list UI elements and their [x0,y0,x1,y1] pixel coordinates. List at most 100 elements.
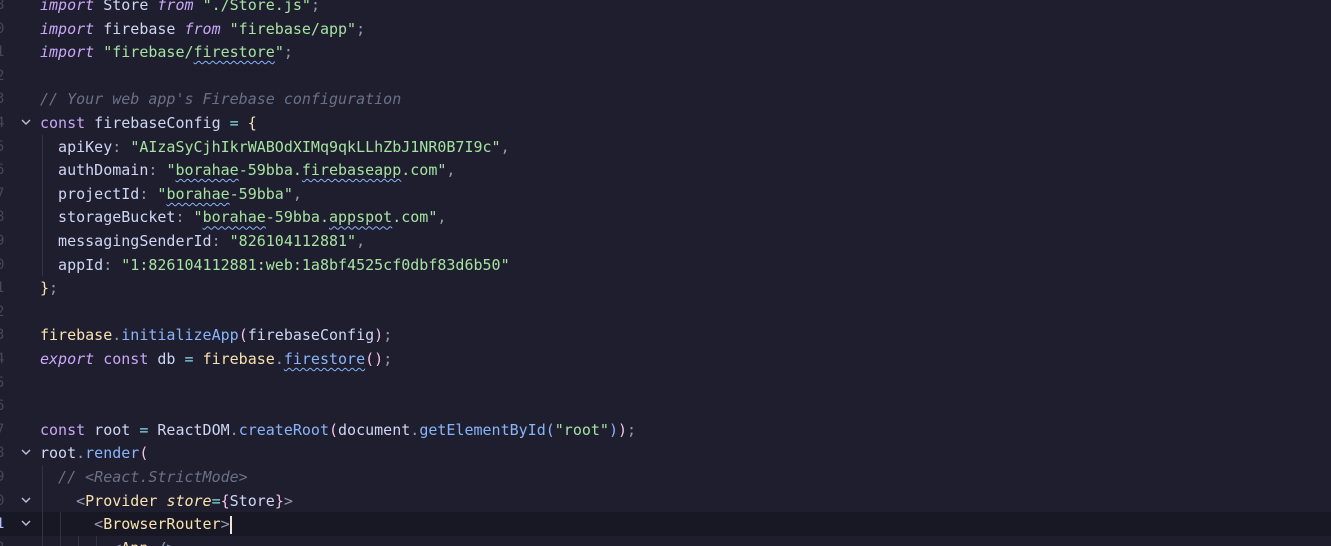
code-token: borahae [166,184,230,203]
code-token: ( [329,420,339,439]
code-text[interactable]: const root = ReactDOM.createRoot(documen… [40,418,636,442]
code-text[interactable]: }; [40,276,58,300]
code-token: appspot [329,208,393,227]
code-token: "firebase/app" [229,19,357,38]
code-text[interactable]: // Your web app's Firebase configuration [40,87,401,111]
code-text[interactable]: import firebase from "firebase/app"; [40,17,365,41]
code-line[interactable]: 4 export const db = firebase.firestore(); [0,347,1331,371]
code-token: import [40,0,95,14]
code-line[interactable]: 1 import "firebase/firestore"; [0,40,1331,64]
code-token: from [157,0,194,14]
code-token: appId [40,255,104,274]
code-line[interactable]: 0 appId: "1:826104112881:web:1a8bf4525cf… [0,253,1331,277]
code-text[interactable]: <BrowserRouter> [40,512,232,536]
code-token: : [103,255,122,274]
code-text[interactable]: root.render( [40,441,148,465]
code-text[interactable]: const firebaseConfig = { [40,111,257,135]
code-text[interactable]: messagingSenderId: "826104112881", [40,229,365,253]
code-token: = [184,350,194,368]
code-line[interactable]: 1}; [0,276,1331,300]
code-token: { [247,114,257,132]
code-line[interactable]: 0 import firebase from "firebase/app"; [0,17,1331,41]
code-text[interactable]: // <React.StrictMode> [40,465,248,489]
fold-chevron-icon[interactable] [18,111,34,135]
code-text[interactable]: apiKey: "AIzaSyCjhIkrWABOdXIMq9qkLLhZbJ1… [40,135,510,159]
code-token: = [211,491,221,510]
code-line[interactable]: 2 <App /> [0,536,1331,546]
code-token: root [40,444,77,463]
code-text[interactable]: appId: "1:826104112881:web:1a8bf4525cf0d… [40,253,510,277]
code-line[interactable]: 3 // Your web app's Firebase configuratio… [0,87,1331,111]
code-token: () [365,350,384,368]
code-text[interactable]: storageBucket: "borahae-59bba.appspot.co… [40,205,446,229]
code-token: : [139,184,158,203]
code-text[interactable]: projectId: "borahae-59bba", [40,182,302,206]
code-editor[interactable]: 8 import Store from "./Store.js"; 0 import … [0,0,1331,546]
code-line[interactable]: 5 [0,371,1331,395]
code-token: initializeApp [121,326,239,345]
code-line[interactable]: 6 authDomain: "borahae-59bba.firebaseapp… [0,158,1331,182]
code-token: firebase [40,326,113,345]
code-token: "./Store.js" [202,0,311,14]
code-line[interactable]: 0 <Provider store={Store}> [0,489,1331,513]
code-token: "AIzaSyCjhIkrWABOdXIMq9qkLLhZbJ1NR0B7I9c… [130,137,501,156]
code-token: "1:826104112881:web:1a8bf4525cf0dbf83d6b… [121,255,510,274]
code-token: createRoot [238,420,329,439]
code-line[interactable]: 9 messagingSenderId: "826104112881", [0,229,1331,253]
code-token: . [410,420,420,439]
text-cursor [229,515,232,534]
code-token: apiKey [40,137,113,156]
code-token: { [220,491,230,510]
line-number: 0 [0,492,5,509]
code-token: document [338,420,411,439]
line-number: 0 [0,20,5,37]
code-text[interactable]: import "firebase/firestore"; [40,40,293,64]
line-number: 7 [0,421,5,438]
code-line[interactable]: 8 storageBucket: "borahae-59bba.appspot.… [0,205,1331,229]
code-line[interactable]: 7 const root = ReactDOM.createRoot(docume… [0,418,1331,442]
code-line[interactable]: 1 <BrowserRouter> [0,512,1331,537]
code-line[interactable]: 6 [0,394,1331,418]
code-token: > [283,491,293,510]
code-line[interactable]: 8 root.render( [0,441,1331,465]
code-token: > [220,515,230,534]
code-token: ) [618,420,628,439]
line-number: 1 [0,280,5,297]
code-text[interactable]: import Store from "./Store.js"; [40,0,320,17]
code-line[interactable]: 8 import Store from "./Store.js"; [0,0,1331,17]
code-token: ; [383,326,393,345]
code-token: projectId [40,184,140,203]
code-token: render [85,444,140,463]
code-token: const [103,350,149,368]
code-line[interactable]: 2 [0,64,1331,88]
code-text[interactable]: <Provider store={Store}> [40,489,293,513]
code-token: < [40,539,121,546]
line-number: 7 [0,185,5,202]
indent-guide [42,465,43,546]
fold-chevron-icon[interactable] [18,512,34,536]
line-number: 1 [0,44,5,61]
code-token: . [76,444,86,463]
code-token: borahae [202,208,266,227]
code-line[interactable]: 4 const firebaseConfig = { [0,111,1331,135]
indent-guide [60,512,61,546]
code-token: "firebase/ [103,43,194,62]
code-text[interactable]: export const db = firebase.firestore(); [40,347,392,371]
code-line[interactable]: 5 apiKey: "AIzaSyCjhIkrWABOdXIMq9qkLLhZb… [0,135,1331,159]
code-line[interactable]: 9 // <React.StrictMode> [0,465,1331,489]
fold-chevron-icon[interactable] [18,489,34,513]
code-token: . [229,420,239,439]
code-token: " [193,208,203,227]
code-text[interactable]: authDomain: "borahae-59bba.firebaseapp.c… [40,158,455,182]
fold-chevron-icon[interactable] [18,441,34,465]
code-token: storageBucket [40,208,176,227]
code-token: ReactDOM [148,420,230,439]
code-line[interactable]: 7 projectId: "borahae-59bba", [0,182,1331,206]
code-token: "root" [554,420,609,439]
code-text[interactable]: firebase.initializeApp(firebaseConfig); [40,323,392,347]
code-line[interactable]: 3 firebase.initializeApp(firebaseConfig); [0,323,1331,347]
code-line[interactable]: 2 [0,300,1331,324]
